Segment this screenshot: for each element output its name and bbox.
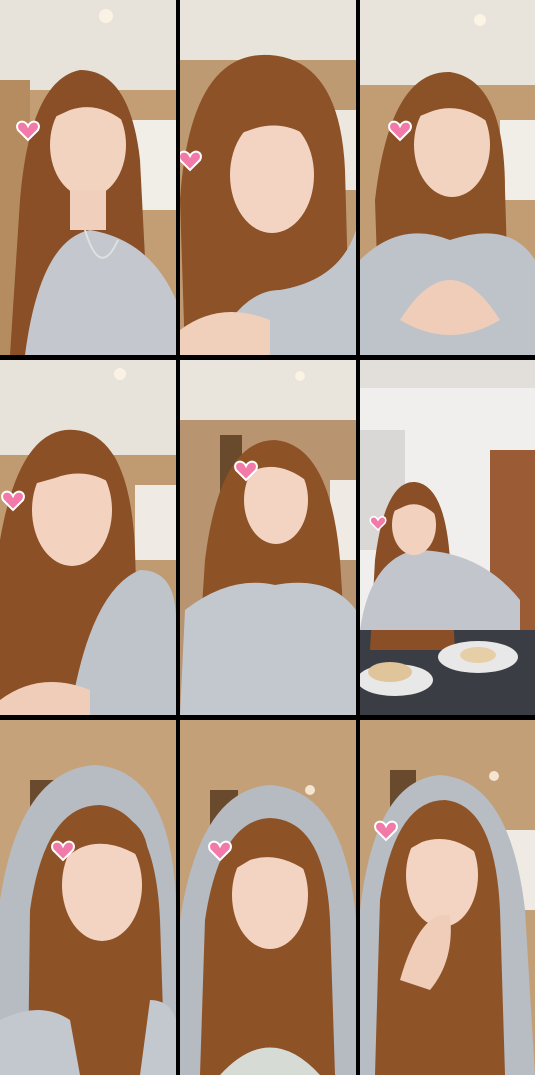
collage-tile-2 (180, 0, 356, 355)
collage-tile-9 (360, 720, 535, 1075)
video-collage-grid (0, 0, 535, 1075)
tile-1-image (0, 0, 176, 355)
tile-6-image (360, 360, 535, 715)
tile-2-image (180, 0, 356, 355)
collage-tile-5 (180, 360, 356, 715)
tile-9-image (360, 720, 535, 1075)
collage-tile-3 (360, 0, 535, 355)
tile-7-image (0, 720, 176, 1075)
tile-3-image (360, 0, 535, 355)
collage-tile-8 (180, 720, 356, 1075)
collage-tile-4 (0, 360, 176, 715)
tile-4-image (0, 360, 176, 715)
tile-5-image (180, 360, 356, 715)
collage-tile-7 (0, 720, 176, 1075)
collage-tile-1 (0, 0, 176, 355)
collage-tile-6 (360, 360, 535, 715)
tile-8-image (180, 720, 356, 1075)
